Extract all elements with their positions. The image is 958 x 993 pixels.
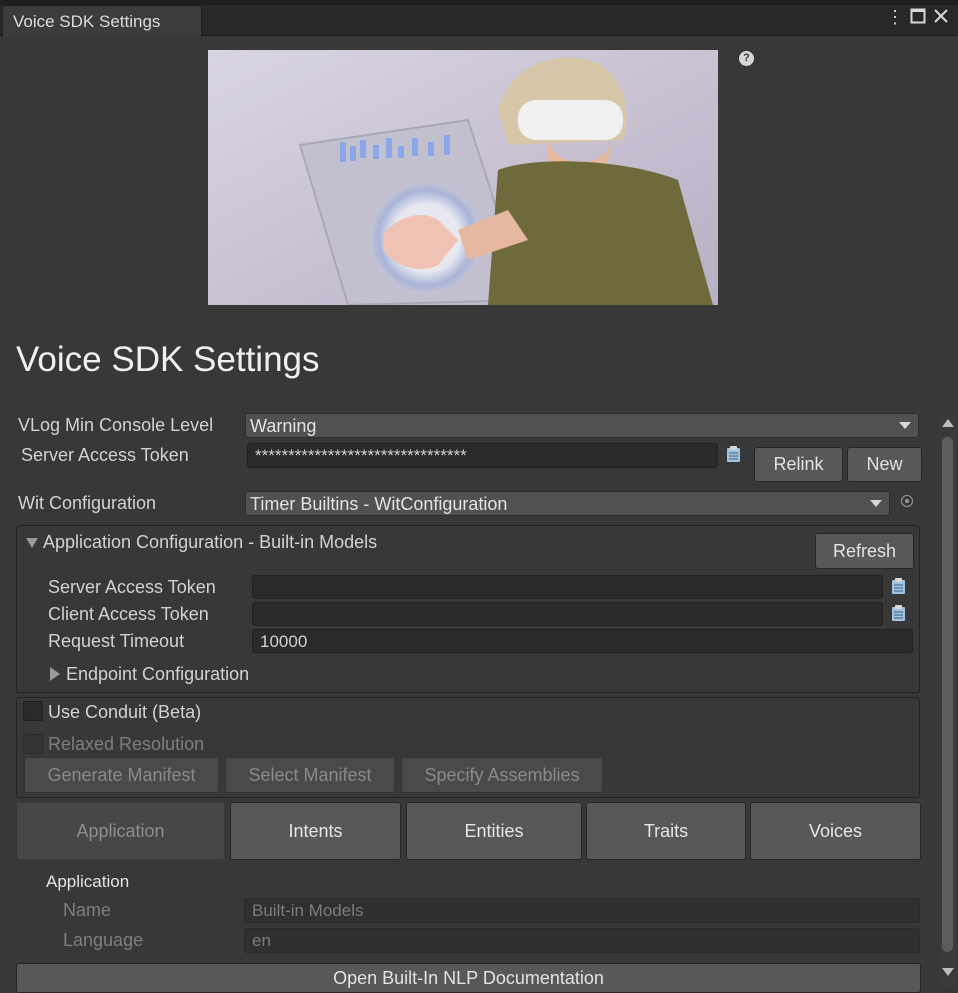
- name-field: Built-in Models: [244, 898, 920, 923]
- select-manifest-button[interactable]: Select Manifest: [225, 757, 395, 793]
- client-token-label: Client Access Token: [48, 604, 209, 624]
- application-heading: Application: [46, 872, 130, 891]
- timeout-label: Request Timeout: [48, 631, 185, 651]
- endpoint-config-foldout[interactable]: Endpoint Configuration: [66, 664, 249, 685]
- refresh-button[interactable]: Refresh: [815, 533, 914, 569]
- wit-config-label: Wit Configuration: [18, 493, 157, 513]
- relink-button[interactable]: Relink: [754, 447, 843, 482]
- app-config-header[interactable]: Application Configuration - Built-in Mod…: [43, 532, 377, 553]
- page-title: Voice SDK Settings: [16, 340, 320, 379]
- language-field: en: [244, 928, 920, 953]
- timeout-input[interactable]: 10000: [252, 629, 913, 653]
- wit-config-dropdown[interactable]: Timer Builtins - WitConfiguration: [245, 491, 890, 516]
- voice-sdk-settings-window: Voice SDK Settings ⋮ ? Voice SDK Setting…: [0, 0, 958, 993]
- server-token-input[interactable]: ********************************: [247, 443, 718, 468]
- scrollbar-thumb[interactable]: [942, 437, 953, 952]
- window-tab[interactable]: Voice SDK Settings: [2, 5, 202, 37]
- tab-voices[interactable]: Voices: [750, 802, 921, 860]
- language-label: Language: [63, 930, 144, 950]
- vlog-level-value: Warning: [250, 416, 317, 436]
- name-label: Name: [63, 900, 112, 920]
- clipboard-icon[interactable]: [891, 578, 906, 595]
- tab-entities[interactable]: Entities: [406, 802, 582, 860]
- app-server-token-label: Server Access Token: [48, 577, 216, 597]
- generate-manifest-button[interactable]: Generate Manifest: [24, 757, 219, 793]
- window-tab-label: Voice SDK Settings: [13, 12, 161, 31]
- more-options-icon[interactable]: ⋮: [886, 7, 904, 28]
- vlog-label: VLog Min Console Level: [18, 415, 214, 435]
- tab-traits[interactable]: Traits: [586, 802, 746, 860]
- vertical-scrollbar[interactable]: [939, 415, 957, 987]
- scroll-up-icon[interactable]: [942, 419, 954, 427]
- help-icon[interactable]: ?: [739, 51, 754, 66]
- relaxed-resolution-label: Relaxed Resolution: [48, 734, 205, 754]
- maximize-icon[interactable]: [910, 8, 926, 29]
- object-picker-icon[interactable]: [901, 495, 913, 507]
- hero-image: [208, 50, 718, 305]
- use-conduit-label: Use Conduit (Beta): [48, 702, 202, 722]
- clipboard-icon[interactable]: [891, 605, 906, 622]
- foldout-expanded-icon[interactable]: [26, 538, 38, 548]
- clipboard-icon[interactable]: [726, 446, 741, 463]
- specify-assemblies-button[interactable]: Specify Assemblies: [401, 757, 603, 793]
- chevron-down-icon: [899, 422, 911, 429]
- chevron-down-icon: [870, 500, 882, 507]
- client-token-input[interactable]: [252, 602, 883, 626]
- vlog-level-dropdown[interactable]: Warning: [245, 413, 919, 438]
- wit-config-value: Timer Builtins - WitConfiguration: [250, 494, 508, 514]
- tab-intents[interactable]: Intents: [230, 802, 401, 860]
- open-nlp-docs-button[interactable]: Open Built-In NLP Documentation: [16, 963, 921, 993]
- close-icon[interactable]: [933, 8, 949, 29]
- new-button[interactable]: New: [847, 447, 922, 482]
- title-bar: Voice SDK Settings ⋮: [0, 5, 958, 37]
- scroll-down-icon[interactable]: [942, 968, 954, 976]
- tab-application[interactable]: Application: [16, 802, 225, 860]
- server-token-label: Server Access Token: [21, 445, 189, 465]
- foldout-collapsed-icon[interactable]: [50, 667, 60, 681]
- app-server-token-input[interactable]: [252, 575, 883, 599]
- use-conduit-checkbox[interactable]: [23, 701, 43, 721]
- relaxed-resolution-checkbox[interactable]: [23, 734, 43, 754]
